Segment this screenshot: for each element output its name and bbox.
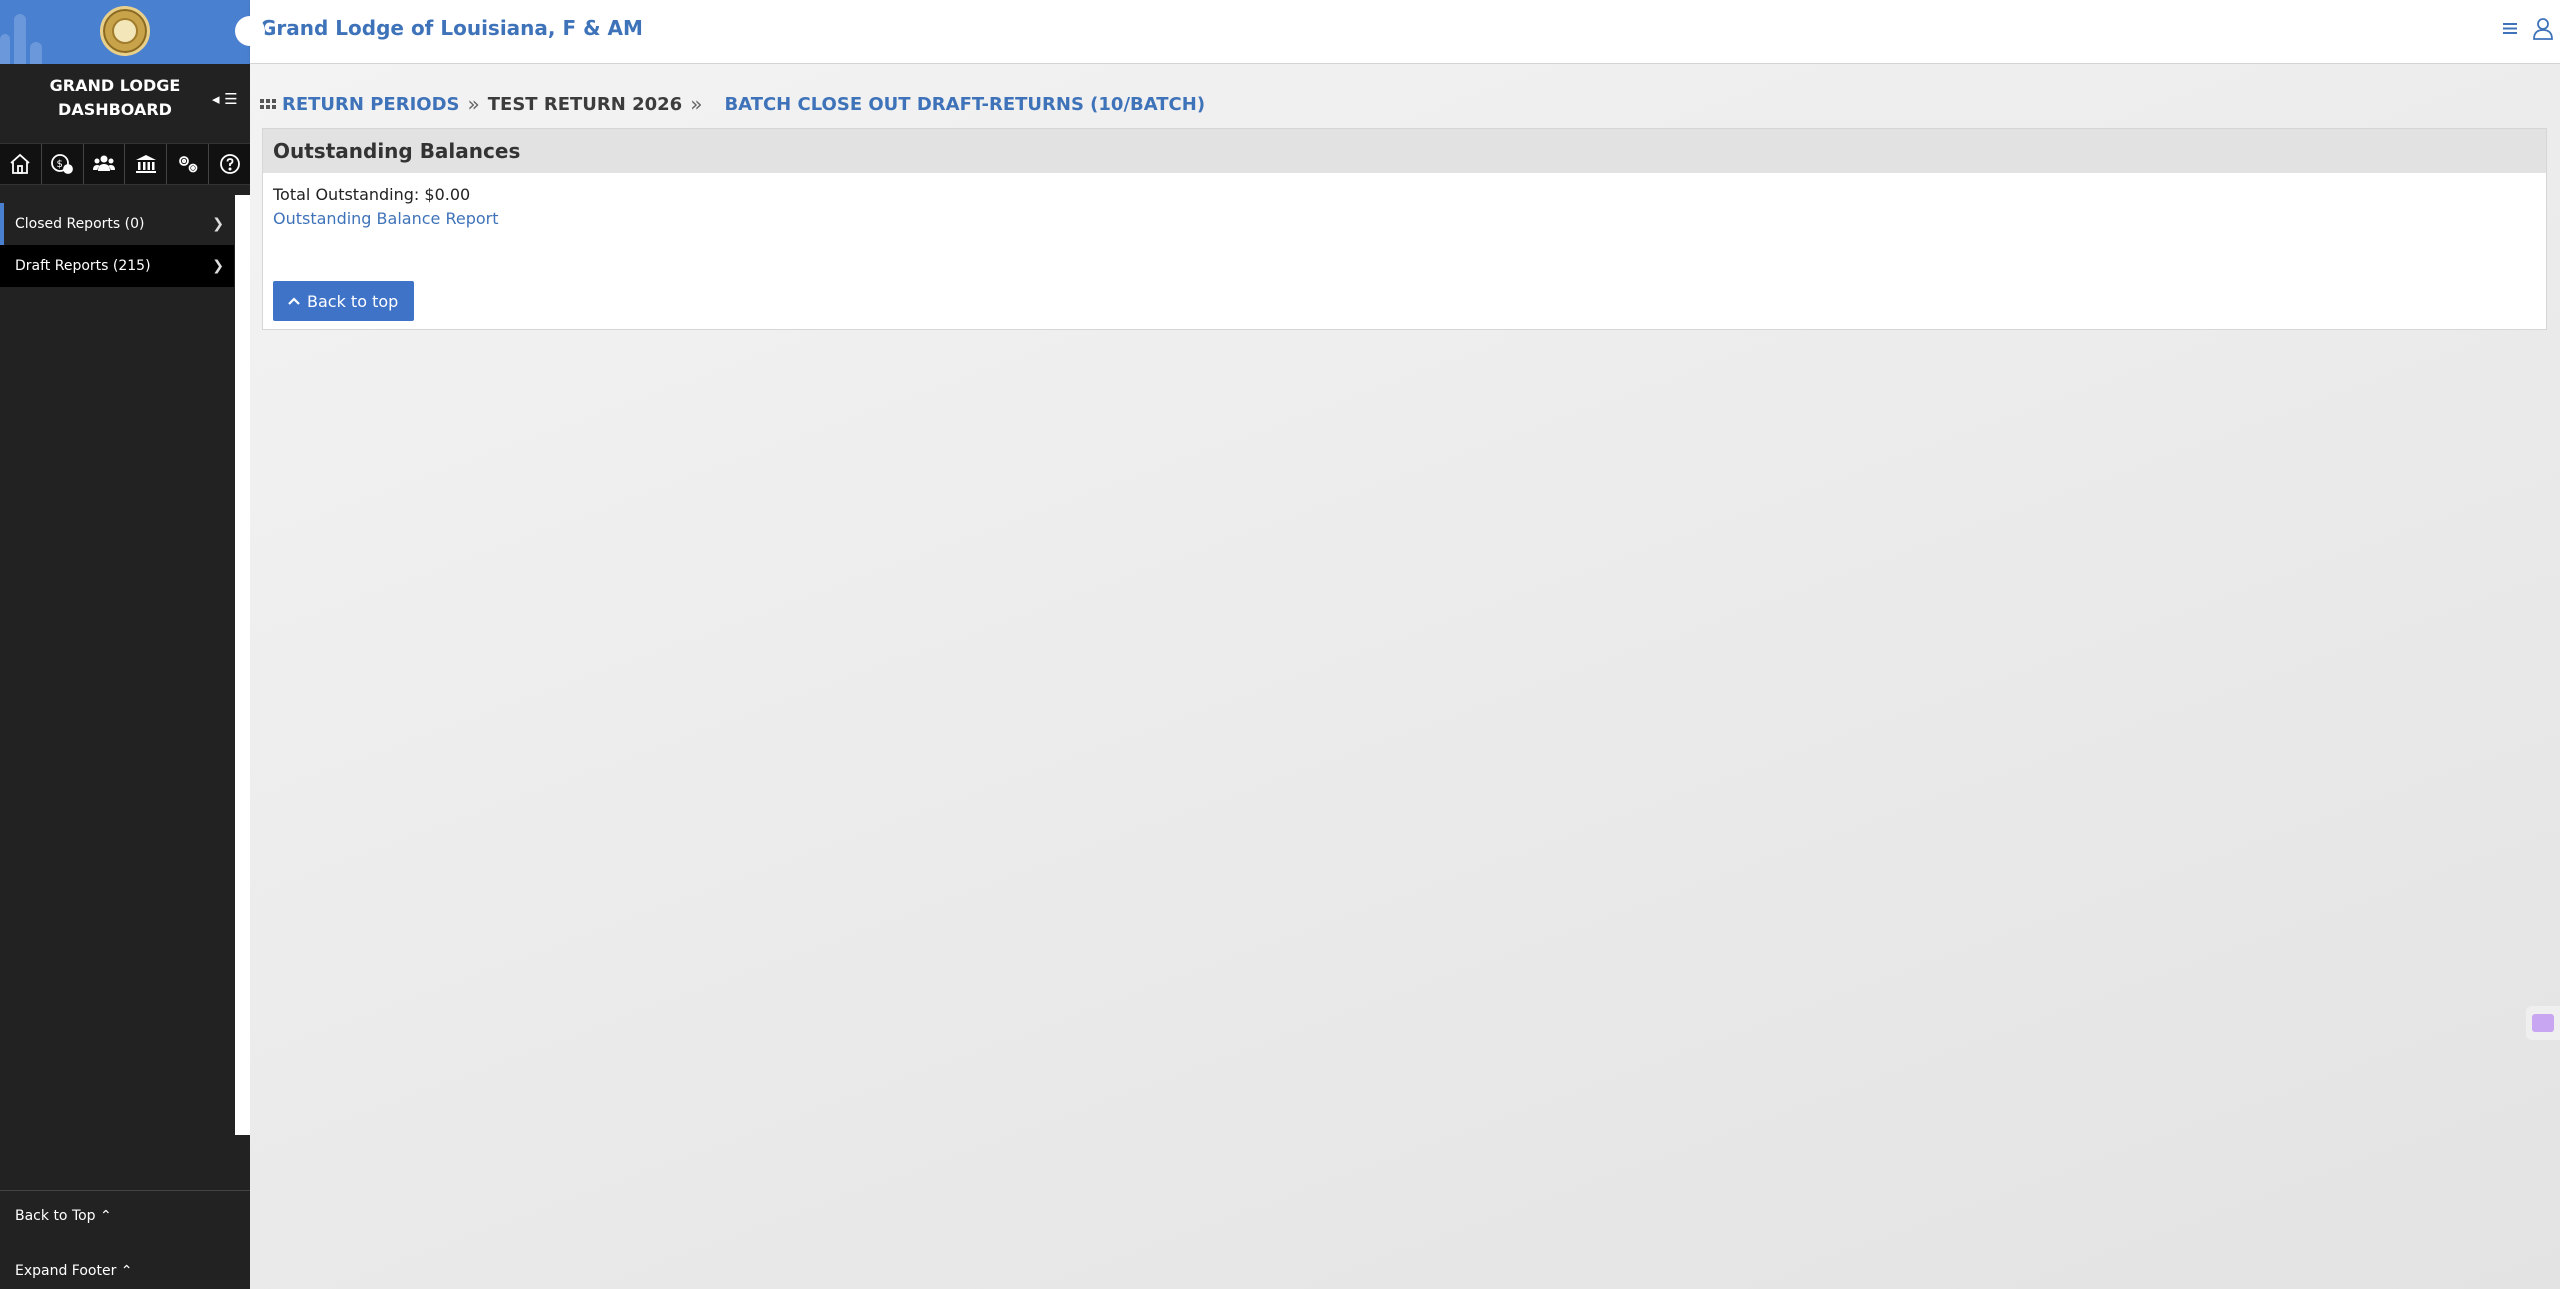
main-content: RETURN PERIODS » TEST RETURN 2026 » BATC… [250,64,2560,1289]
breadcrumb-batch-close-out[interactable]: BATCH CLOSE OUT DRAFT-RETURNS (10/BATCH) [724,94,1205,115]
sidebar-header [0,0,250,64]
decor-bar [30,42,42,64]
collapse-sidebar-button[interactable]: ◂ ☰ [212,90,238,108]
breadcrumb-return-periods[interactable]: RETURN PERIODS [282,94,460,115]
organization-name[interactable]: Grand Lodge of Louisiana, F & AM [260,16,643,40]
chevron-right-icon: ❯ [212,258,224,274]
sidebar-item-label: Draft Reports (215) [15,258,151,274]
total-outstanding: Total Outstanding: $0.00 [273,185,471,204]
svg-text:$: $ [57,159,63,170]
sidebar-icon-bar: $ [0,143,250,185]
outstanding-balances-panel: Outstanding Balances Total Outstanding: … [262,128,2547,330]
panel-body: Total Outstanding: $0.00 Outstanding Bal… [263,173,2546,241]
settings-icon[interactable] [167,144,210,184]
top-header: Grand Lodge of Louisiana, F & AM [250,0,2560,64]
dashboard-title: GRAND LODGE DASHBOARD [49,76,181,119]
grid-icon [260,99,276,109]
decor-bar [14,14,26,64]
sidebar-item-draft-reports[interactable]: Draft Reports (215) ❯ [0,245,234,287]
hamburger-icon[interactable] [2500,16,2522,40]
bank-icon[interactable] [125,144,168,184]
sidebar-item-closed-reports[interactable]: Closed Reports (0) ❯ [0,203,234,245]
sidebar-footer: Back to Top ⌃ Expand Footer ⌃ [0,1190,250,1289]
back-to-top-label: Back to top [307,291,399,311]
expand-footer-link[interactable]: Expand Footer ⌃ [15,1263,133,1279]
breadcrumb: RETURN PERIODS » TEST RETURN 2026 » BATC… [260,92,1205,116]
breadcrumb-test-return[interactable]: TEST RETURN 2026 [488,94,682,115]
sidebar-scroll-strip [235,195,250,1135]
chevron-right-icon: ❯ [212,216,224,232]
home-icon[interactable] [0,144,42,184]
chevron-up-icon [288,297,300,305]
outstanding-balance-report-link[interactable]: Outstanding Balance Report [273,207,2536,231]
help-icon[interactable] [209,144,250,184]
logo-seal [112,18,138,44]
back-to-top-link[interactable]: Back to Top ⌃ [15,1208,112,1224]
sidebar-item-label: Closed Reports (0) [15,216,145,232]
sidebar-toggle-tab[interactable] [235,16,265,46]
sidebar-menu: Closed Reports (0) ❯ Draft Reports (215)… [0,203,234,287]
panel-title: Outstanding Balances [263,129,2546,173]
back-to-top-button[interactable]: Back to top [273,281,415,321]
chat-icon [2532,1014,2554,1032]
chat-widget-button[interactable] [2526,1006,2560,1040]
breadcrumb-separator-icon: » [467,92,480,116]
breadcrumb-separator-icon: » [690,92,703,116]
decor-bar [0,34,10,64]
grand-lodge-logo[interactable] [100,6,150,56]
user-icon[interactable] [2532,16,2554,40]
members-icon[interactable] [84,144,126,184]
sidebar: GRAND LODGE DASHBOARD ◂ ☰ $ Closed Repor… [0,0,250,1289]
header-actions [2500,16,2554,40]
money-icon[interactable]: $ [42,144,84,184]
